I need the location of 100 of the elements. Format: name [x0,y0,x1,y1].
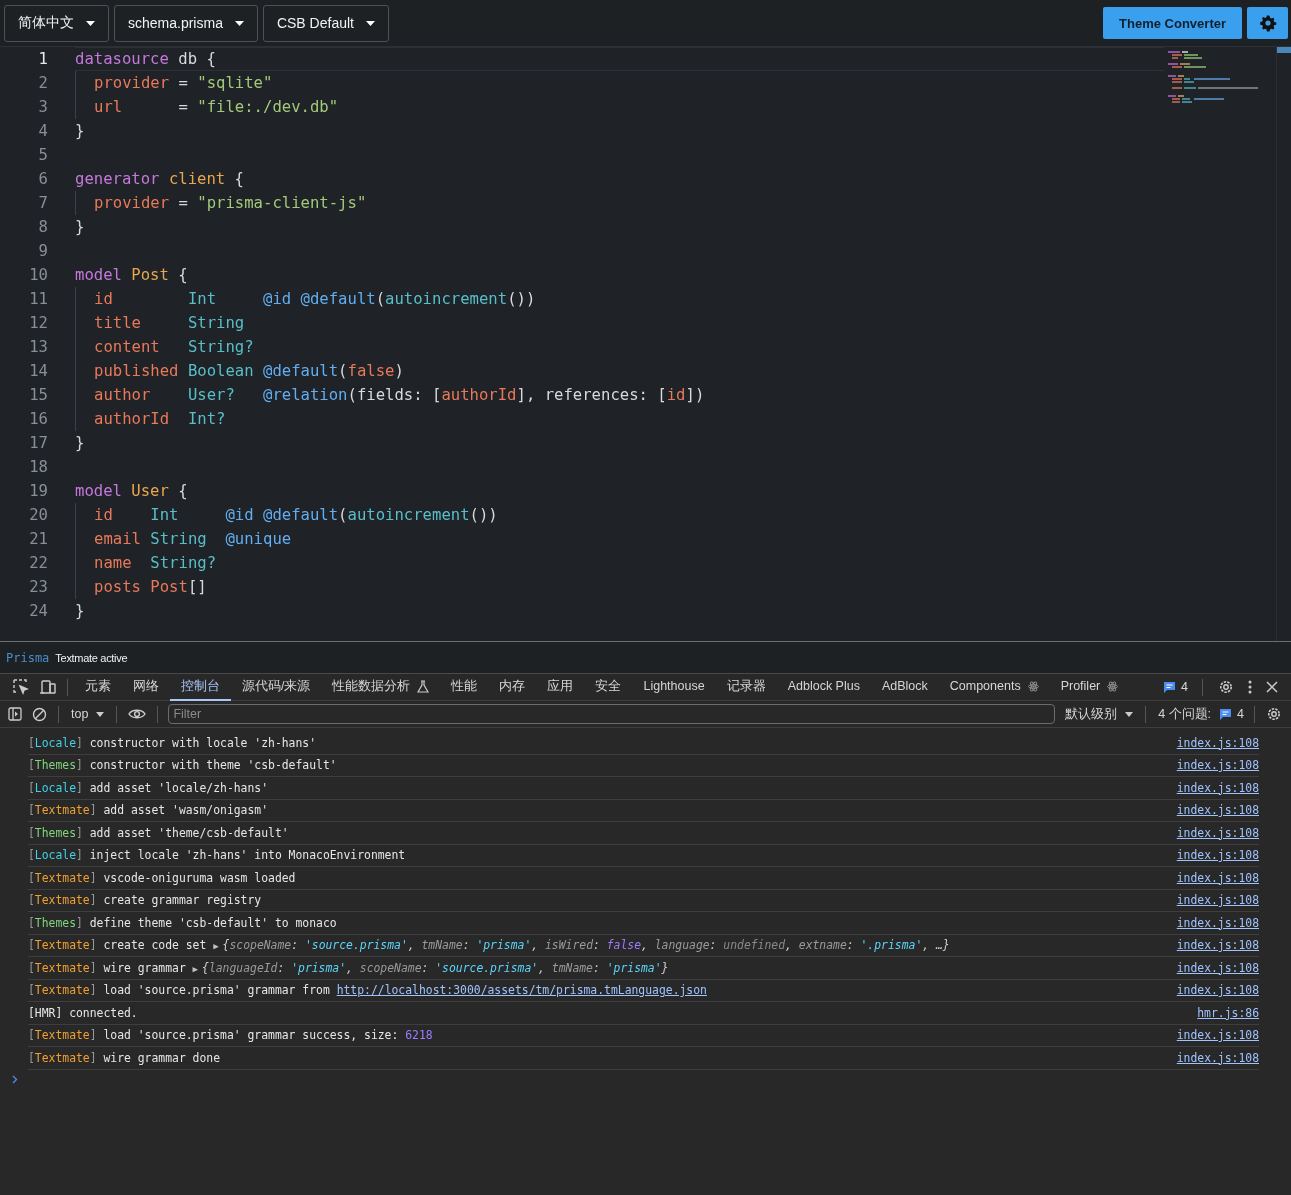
code-line: } [75,601,85,622]
source-link[interactable]: index.js:108 [1176,825,1259,840]
code-line: url = "file:./dev.db" [94,97,339,118]
source-link[interactable]: index.js:108 [1176,758,1259,773]
code-line: email String @unique [94,529,292,550]
line-number: 18 [28,457,49,478]
issues-button[interactable]: 4 [1215,707,1248,721]
line-number: 22 [28,553,49,574]
settings-icon[interactable] [1266,706,1282,722]
devtools-tab[interactable]: 记录器 [715,673,777,701]
devtools-tab[interactable]: Lighthouse [632,673,716,701]
line-number: 24 [28,601,49,622]
code-line: id Int @id @default(autoincrement()) [94,289,536,310]
atom-icon [1107,680,1119,692]
line-number: 10 [28,265,49,286]
line-number: 4 [37,121,49,142]
devtools-tab[interactable]: 元素 [74,673,122,701]
issues-button[interactable]: 4 [1159,680,1192,694]
theme-converter-button[interactable]: Theme Converter [1103,7,1242,39]
more-icon[interactable] [1248,680,1252,694]
devtools-tab[interactable]: 安全 [584,673,633,701]
devtools-tab[interactable]: Profiler [1049,673,1130,701]
line-number: 7 [37,193,49,214]
line-number: 13 [28,337,49,358]
source-link[interactable]: index.js:108 [1176,893,1259,908]
code-line: } [75,217,85,238]
devtools-tab[interactable]: AdBlock [870,673,939,701]
line-number: 19 [28,481,49,502]
log-message: [HMR] connected. [28,1005,138,1020]
line-number: 2 [37,73,49,94]
dropdown[interactable]: schema.prisma [114,4,258,42]
device-toolbar-icon[interactable] [39,679,56,695]
dropdown[interactable]: 简体中文 [4,4,109,42]
source-link[interactable]: index.js:108 [1176,983,1259,998]
devtools-tab[interactable]: 应用 [536,673,585,701]
code-line: author User? @relation(fields: [authorId], references: [id]) [94,385,705,406]
language-label: Prisma [6,650,50,665]
devtools-tab[interactable]: 源代码/来源 [231,673,322,701]
devtools-tab[interactable]: Adblock Plus [776,673,871,701]
devtools-tab[interactable]: 性能数据分析 [321,673,441,701]
source-link[interactable]: index.js:108 [1176,803,1259,818]
eye-icon[interactable] [128,708,147,720]
code-line: posts Post[] [94,577,207,598]
line-number: 3 [37,97,49,118]
source-link[interactable]: index.js:108 [1176,780,1259,795]
clear-icon[interactable] [32,706,47,722]
line-number: 17 [28,433,49,454]
caret-icon [1125,711,1134,717]
log-level-dropdown[interactable]: 默认级别 [1059,705,1140,723]
code-line: provider = "sqlite" [94,73,273,94]
line-number: 6 [37,169,49,190]
code-line: published Boolean @default(false) [94,361,404,382]
issues-label: 4 个问题: [1157,705,1213,723]
caret-icon [96,711,105,717]
message-icon [1163,680,1177,694]
source-link[interactable]: index.js:108 [1176,960,1259,975]
source-link[interactable]: hmr.js:86 [1197,1005,1259,1020]
source-link[interactable]: index.js:108 [1176,870,1259,885]
log-message: [Textmate] wire grammar ▶ {languageId: 'prisma', scopeName: 'source.prisma', tmName: 'prisma'} [28,960,669,975]
settings-icon [1258,14,1277,32]
message-icon [1219,707,1233,721]
url-link[interactable]: http://localhost:3000/assets/tm/prisma.tmLanguage.json [336,983,707,998]
scrollbar-thumb[interactable] [1277,47,1291,53]
line-number: 23 [28,577,49,598]
source-link[interactable]: index.js:108 [1176,915,1259,930]
filter-field[interactable]: Filter [168,704,1056,724]
devtools-tab[interactable]: 网络 [122,673,170,701]
line-number: 1 [37,49,49,70]
line-number: 16 [28,409,49,430]
log-message: [Textmate] load 'source.prisma' grammar success, size: 6218 [28,1028,433,1043]
source-link[interactable]: index.js:108 [1176,1028,1259,1043]
log-message: [Textmate] create code set ▶ {scopeName: 'source.prisma', tmName: 'prisma', isWired: false, language: undefined, extname: '.prisma', …} [28,938,950,953]
devtools-tab[interactable]: 内存 [488,673,537,701]
dropdown[interactable]: CSB Default [262,4,389,42]
settings-button[interactable] [1247,7,1288,39]
close-icon[interactable] [1266,681,1278,693]
log-message: [Locale] add asset 'locale/zh-hans' [28,780,269,795]
log-message: [Themes] constructor with theme 'csb-default' [28,758,337,773]
line-number: 20 [28,505,49,526]
line-number: 14 [28,361,49,382]
source-link[interactable]: index.js:108 [1176,938,1259,953]
code-line: } [75,433,85,454]
devtools-tab[interactable]: Components [938,673,1050,701]
context-dropdown[interactable]: top [65,707,111,721]
caret-icon [86,20,95,26]
source-link[interactable]: index.js:108 [1176,735,1259,750]
inspect-icon[interactable] [13,679,29,695]
source-link[interactable]: index.js:108 [1176,1050,1259,1065]
log-message: [Textmate] load 'source.prisma' grammar from http://localhost:3000/assets/tm/prisma.tmLanguage.json [28,983,707,998]
settings-icon[interactable] [1218,679,1234,695]
code-line: model User { [75,481,188,502]
log-message: [Textmate] wire grammar done [28,1050,221,1065]
code-line: id Int @id @default(autoincrement()) [94,505,498,526]
source-link[interactable]: index.js:108 [1176,848,1259,863]
log-message: [Textmate] create grammar registry [28,893,262,908]
devtools-tab[interactable]: 性能 [440,673,489,701]
code-line: } [75,121,85,142]
sidebar-icon[interactable] [8,707,22,721]
log-message: [Locale] constructor with locale 'zh-hans' [28,735,317,750]
chevron-icon[interactable] [12,1075,18,1084]
